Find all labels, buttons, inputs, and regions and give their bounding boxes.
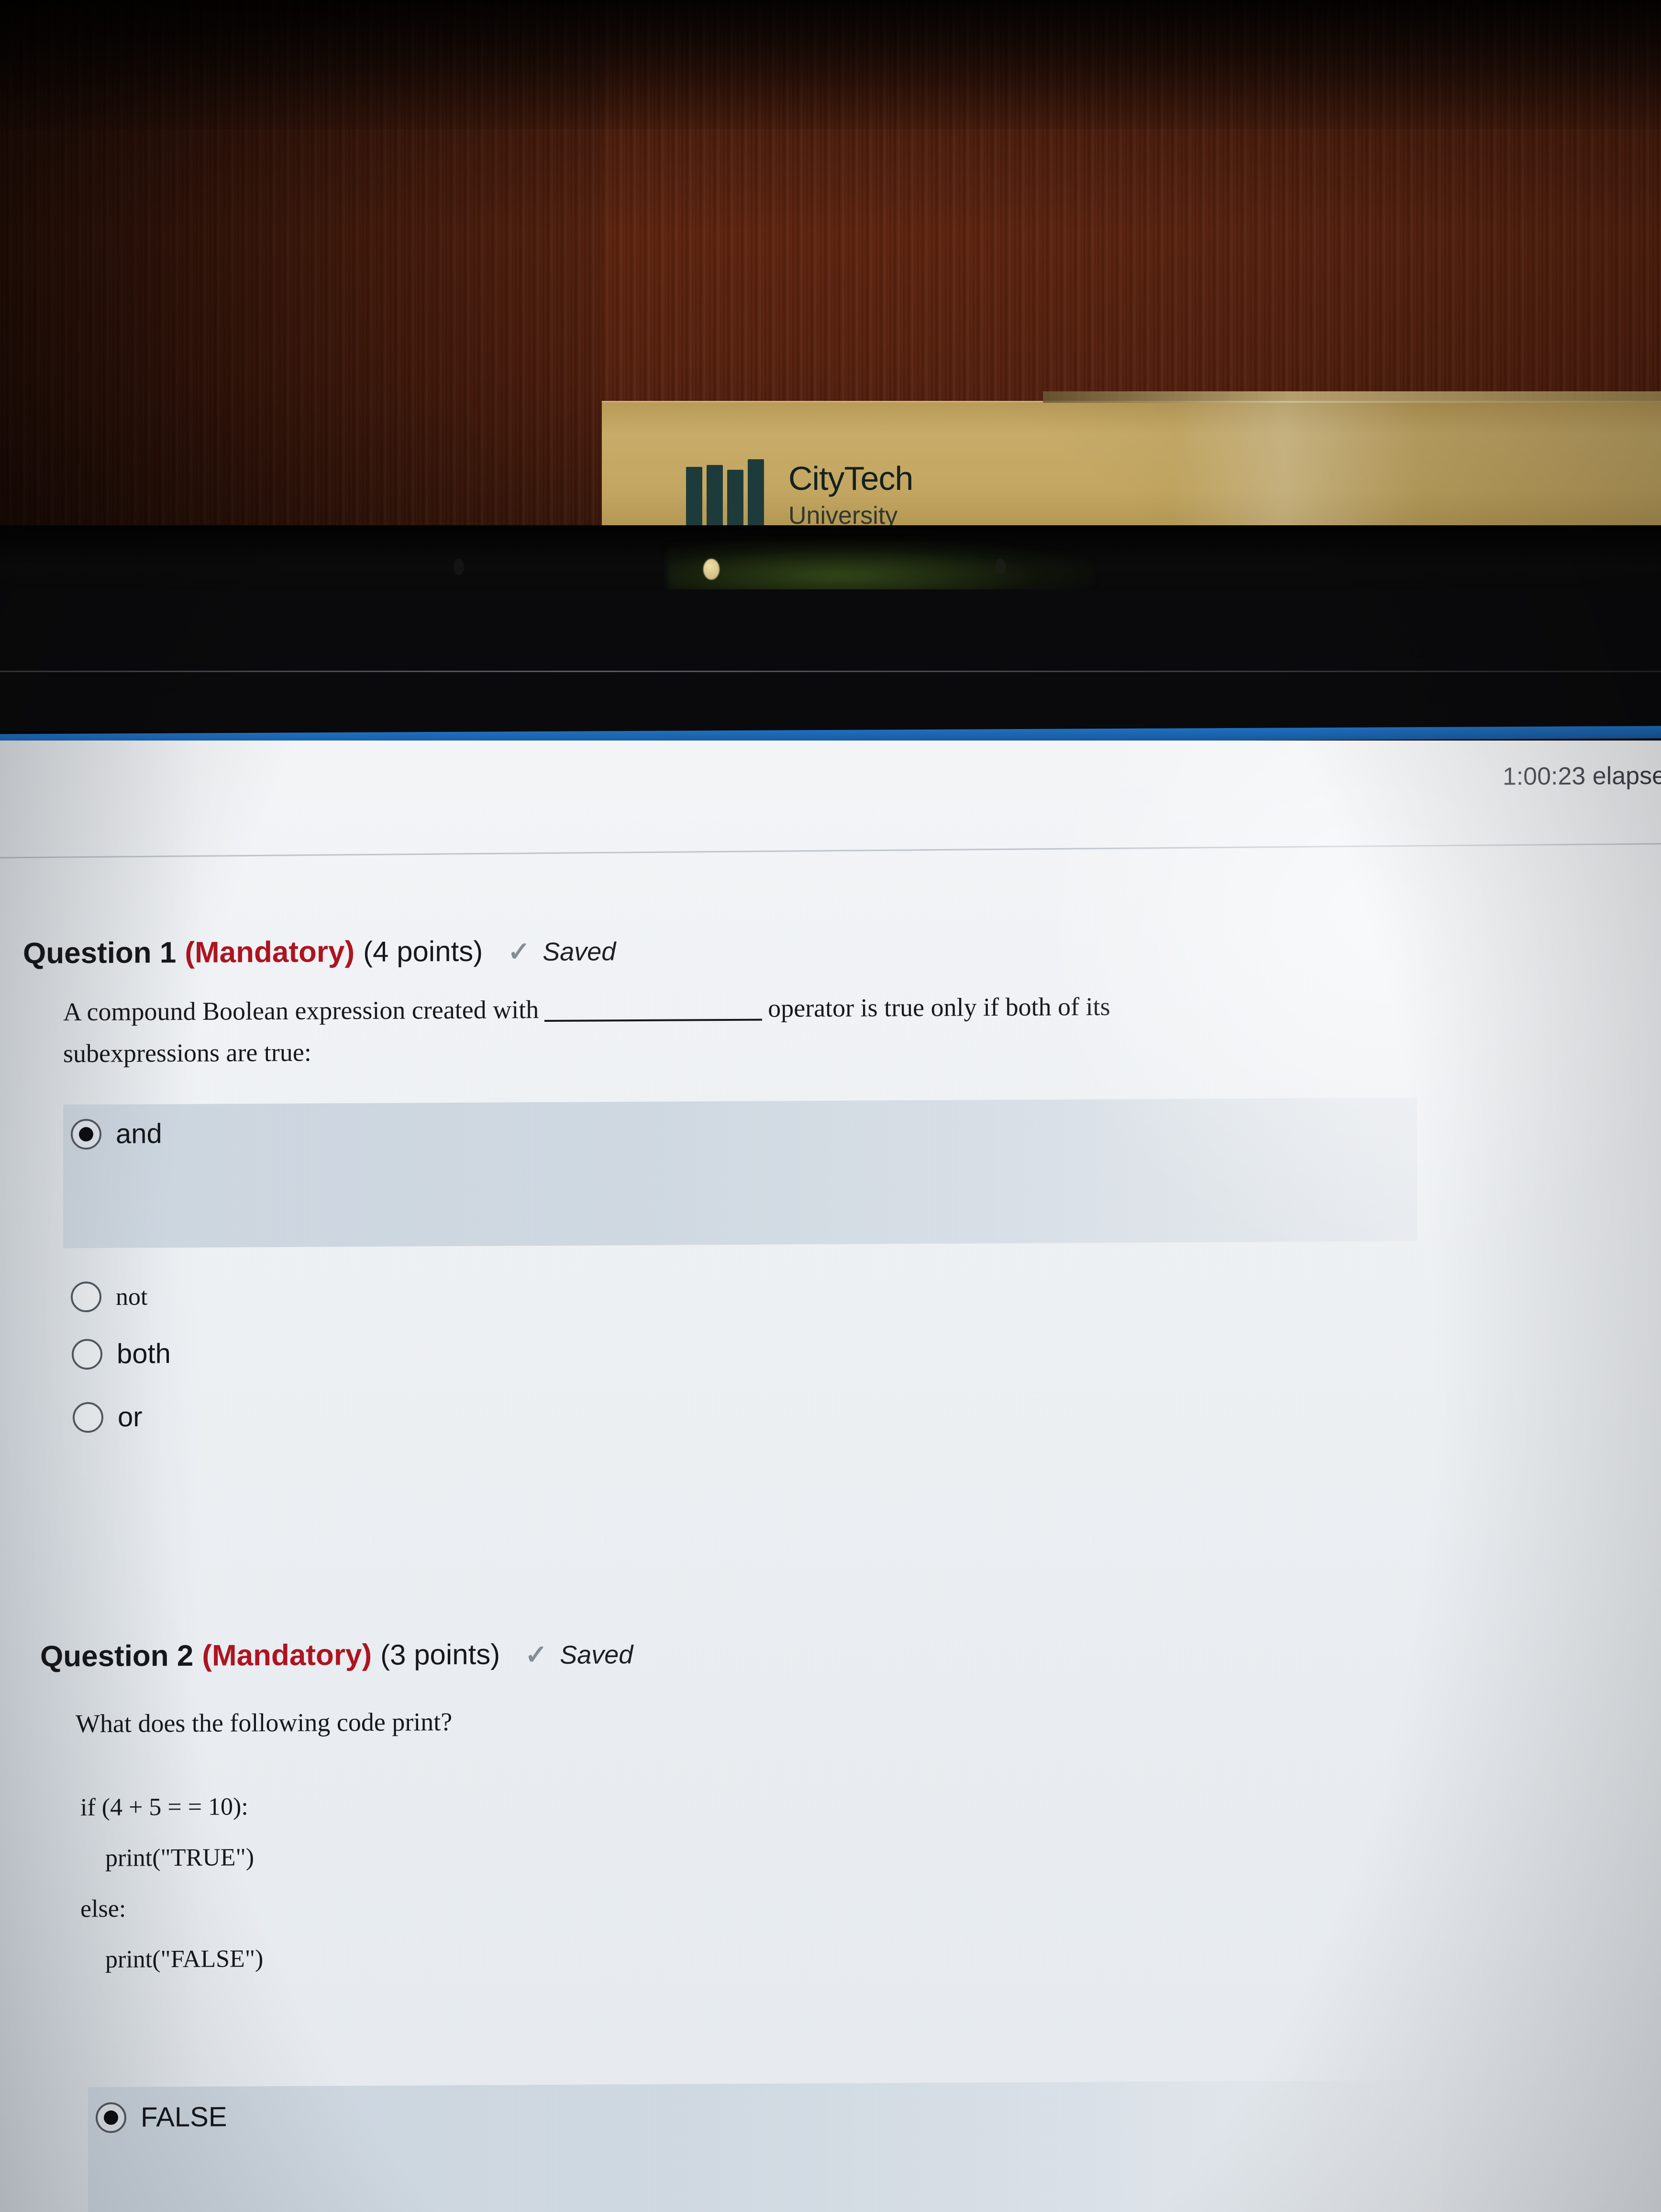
radio-button-icon[interactable] [72,1338,102,1370]
browser-tab-strip: FA [1] Logic and Pro ✕ 🦎 Quizgecko | AI … [0,597,1661,1242]
question-2-header: Question 2 (Mandatory) (3 points) ✓ Save… [40,1637,633,1673]
question-1-option-both[interactable]: both [72,1338,171,1370]
question-1-prompt: A compound Boolean expression created wi… [63,987,1355,1072]
chrome-divider [0,671,1661,672]
question-2-prompt: What does the following code print? [76,1707,453,1738]
radio-button-icon[interactable] [73,1402,103,1433]
question-1-number: Question 1 [23,936,177,970]
question-1-prompt-after: operator is true only if both of its [768,992,1110,1023]
selected-option-highlight [63,1097,1417,1249]
question-2-option-false-label: FALSE [141,2101,227,2133]
citytech-buildings-logo-icon [686,459,775,526]
question-1-option-or-label: or [118,1401,143,1433]
radio-button-icon[interactable] [71,1281,101,1313]
saved-check-icon: ✓ [525,1639,548,1670]
citytech-logo-text: CityTech [788,460,913,497]
question-2-option-false[interactable]: FALSE [96,2101,227,2134]
fill-in-blank [544,1018,763,1022]
header-divider [0,843,1661,859]
quiz-page: 1:00:23 elapse Question 1 (Mandatory) (4… [0,741,1661,2212]
webcam-icon [703,559,720,580]
question-1-option-not-label: not [116,1283,148,1311]
question-2-points: (3 points) [380,1638,500,1671]
question-1-mandatory: (Mandatory) [185,935,355,969]
monitor-photo: CityTech University FA [1] Logic and Pro… [0,0,1661,2212]
question-1-points: (4 points) [363,935,483,968]
question-1-option-and[interactable]: and [71,1117,162,1150]
question-2-saved: Saved [560,1640,633,1670]
wall-shadow-top [0,0,1661,129]
bezel-sensor-left-icon [454,559,464,575]
bezel-sensor-right-icon [995,559,1006,575]
elapsed-timer: 1:00:23 elapse [1502,762,1661,791]
question-2-code-line-4: print("FALSE") [80,1945,264,1974]
radio-button-icon[interactable] [71,1118,101,1150]
question-1-prompt-line2: subexpressions are true: [63,1038,311,1068]
question-1-prompt-before: A compound Boolean expression created wi… [63,995,539,1027]
radio-button-icon[interactable] [96,2102,126,2133]
question-1-header: Question 1 (Mandatory) (4 points) ✓ Save… [23,933,616,970]
selected-option-highlight [88,2080,1442,2212]
question-1-option-not[interactable]: not [71,1281,148,1313]
question-2-number: Question 2 [40,1639,194,1673]
question-2-code-line-1: if (4 + 5 = = 10): [80,1793,248,1822]
question-2-mandatory: (Mandatory) [202,1638,372,1672]
saved-check-icon: ✓ [508,936,531,967]
question-1-option-or[interactable]: or [73,1401,143,1433]
question-1-option-both-label: both [117,1338,171,1370]
question-1-saved: Saved [543,937,616,967]
address-bar[interactable]: /viewContent/23527605/View [0,679,1661,1388]
question-2-code-line-3: else: [80,1895,126,1923]
question-2-code-line-2: print("TRUE") [80,1844,255,1872]
question-1-option-and-label: and [116,1118,162,1150]
